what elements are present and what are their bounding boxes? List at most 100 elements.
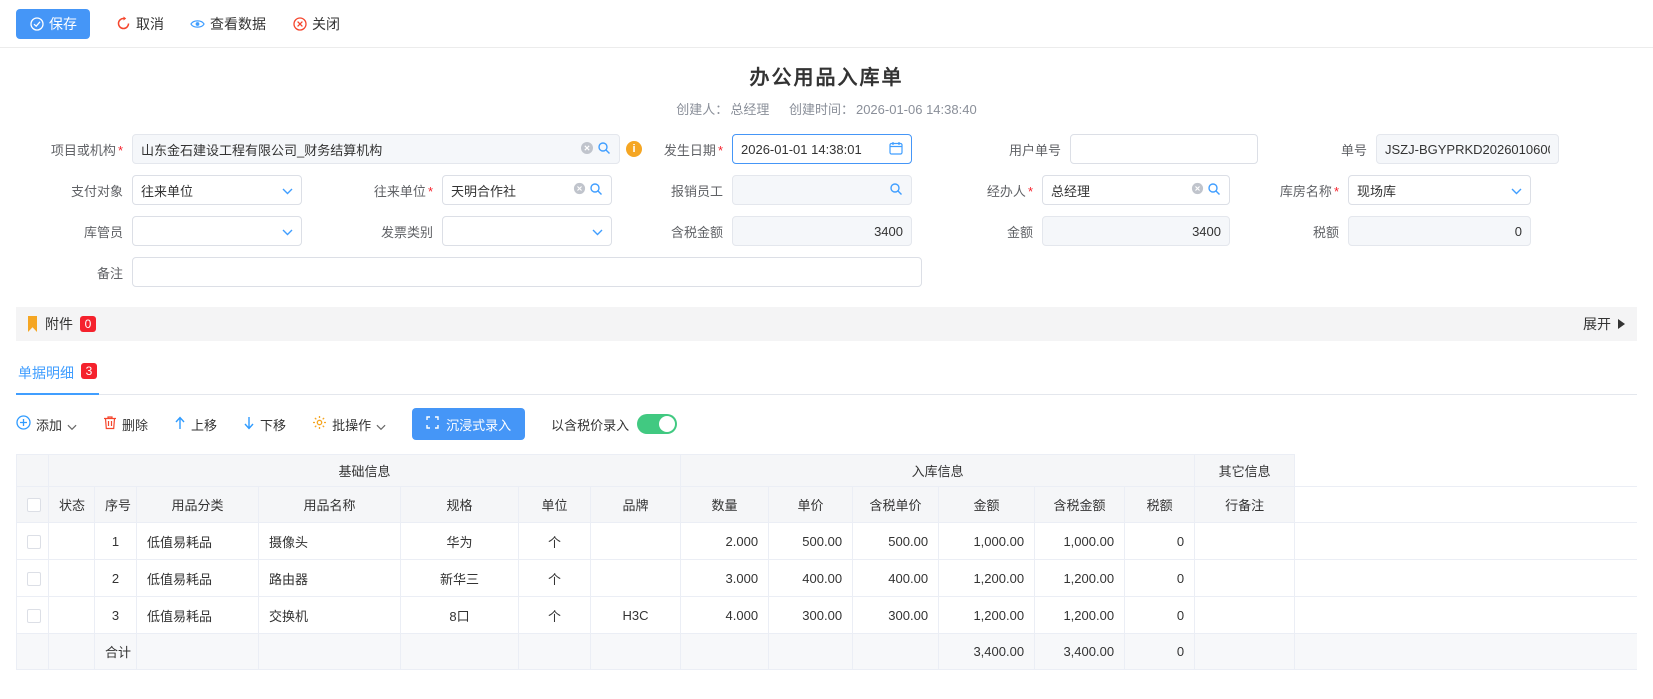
delete-button[interactable]: 删除 <box>103 415 148 434</box>
close-button[interactable]: 关闭 <box>292 14 340 34</box>
cell-unit[interactable]: 个 <box>519 560 591 597</box>
remark-input[interactable] <box>132 257 922 287</box>
tab-detail[interactable]: 单据明细 3 <box>16 359 99 395</box>
search-icon[interactable] <box>1207 182 1221 199</box>
cell-spec[interactable]: 新华三 <box>401 560 519 597</box>
group-basic-info: 基础信息 <box>49 455 681 487</box>
search-icon[interactable] <box>589 182 603 199</box>
cell-unit[interactable]: 个 <box>519 597 591 634</box>
tab-detail-label: 单据明细 <box>18 363 74 383</box>
cell-price[interactable]: 400.00 <box>769 560 853 597</box>
immersive-entry-button[interactable]: 沉浸式录入 <box>412 408 525 440</box>
cell-category[interactable]: 低值易耗品 <box>137 597 259 634</box>
row-select-cell <box>17 560 49 597</box>
tax-incl-amount-value: 3400 <box>741 224 903 239</box>
occur-date-input[interactable]: 2026-01-01 14:38:01 <box>732 134 912 164</box>
cell-row-remark[interactable] <box>1195 523 1295 560</box>
cell-brand[interactable]: H3C <box>591 597 681 634</box>
move-up-button[interactable]: 上移 <box>174 415 217 434</box>
col-status: 状态 <box>49 487 95 523</box>
row-checkbox[interactable] <box>27 609 41 623</box>
cell-unit[interactable]: 个 <box>519 523 591 560</box>
add-label: 添加 <box>36 415 62 434</box>
tab-detail-count-badge: 3 <box>81 363 97 379</box>
cell-category[interactable]: 低值易耗品 <box>137 523 259 560</box>
cell-brand[interactable] <box>591 523 681 560</box>
field-partner: 往来单位 天明合作社 <box>320 175 620 205</box>
clear-icon[interactable] <box>1191 182 1204 198</box>
handler-value: 总经理 <box>1051 181 1187 200</box>
cell-spec[interactable]: 华为 <box>401 523 519 560</box>
move-down-button[interactable]: 下移 <box>243 415 286 434</box>
info-icon[interactable]: i <box>626 141 642 157</box>
pay-target-select[interactable]: 往来单位 <box>132 175 302 205</box>
row-checkbox[interactable] <box>27 535 41 549</box>
row-checkbox[interactable] <box>27 572 41 586</box>
cell-qty[interactable]: 2.000 <box>681 523 769 560</box>
col-spec: 规格 <box>401 487 519 523</box>
project-input[interactable]: 山东金石建设工程有限公司_财务结算机构 <box>132 134 620 164</box>
cell-spec[interactable]: 8口 <box>401 597 519 634</box>
search-icon[interactable] <box>597 141 611 158</box>
header-filler <box>1295 455 1637 487</box>
pay-target-label: 支付对象 <box>16 181 132 200</box>
save-label: 保存 <box>49 14 77 34</box>
reimburse-staff-input[interactable] <box>732 175 912 205</box>
tax-price-toggle[interactable] <box>637 414 677 434</box>
table-row: 3 低值易耗品 交换机 8口 个 H3C 4.000 300.00 300.00… <box>17 597 1638 634</box>
field-amount: 金额 3400 <box>930 216 1240 246</box>
occur-date-value: 2026-01-01 14:38:01 <box>741 142 885 157</box>
chevron-down-icon <box>282 183 293 198</box>
arrow-up-icon <box>174 416 186 433</box>
expand-button[interactable]: 展开 <box>1583 314 1625 334</box>
partner-label: 往来单位 <box>320 181 442 200</box>
col-qty: 数量 <box>681 487 769 523</box>
cell-row-remark[interactable] <box>1195 597 1295 634</box>
cancel-button[interactable]: 取消 <box>116 14 164 34</box>
cell-brand[interactable] <box>591 560 681 597</box>
partner-input[interactable]: 天明合作社 <box>442 175 612 205</box>
cell-qty[interactable]: 3.000 <box>681 560 769 597</box>
cell-tax-price[interactable]: 400.00 <box>853 560 939 597</box>
invoice-type-label: 发票类别 <box>320 222 442 241</box>
move-up-label: 上移 <box>191 415 217 434</box>
attachment-bar: 附件 0 展开 <box>16 307 1637 341</box>
col-seq: 序号 <box>95 487 137 523</box>
chevron-down-icon <box>592 224 603 239</box>
select-all-checkbox[interactable] <box>27 498 41 512</box>
clear-icon[interactable] <box>573 182 586 198</box>
total-spacer <box>259 634 401 670</box>
cell-name[interactable]: 路由器 <box>259 560 401 597</box>
cell-tax-price[interactable]: 500.00 <box>853 523 939 560</box>
handler-input[interactable]: 总经理 <box>1042 175 1230 205</box>
cell-name[interactable]: 交换机 <box>259 597 401 634</box>
total-spacer <box>519 634 591 670</box>
warehouse-select[interactable]: 现场库 <box>1348 175 1531 205</box>
total-spacer <box>681 634 769 670</box>
warehouse-keeper-select[interactable] <box>132 216 302 246</box>
immersive-entry-label: 沉浸式录入 <box>446 415 511 434</box>
calendar-icon[interactable] <box>889 141 903 158</box>
close-label: 关闭 <box>312 14 340 34</box>
warehouse-value: 现场库 <box>1357 181 1507 200</box>
view-data-button[interactable]: 查看数据 <box>190 14 266 34</box>
cell-qty[interactable]: 4.000 <box>681 597 769 634</box>
cell-tax-price[interactable]: 300.00 <box>853 597 939 634</box>
add-button[interactable]: 添加 <box>16 415 77 434</box>
cell-price[interactable]: 500.00 <box>769 523 853 560</box>
save-button[interactable]: 保存 <box>16 9 90 39</box>
batch-operation-button[interactable]: 批操作 <box>312 415 386 434</box>
cell-tax-amount: 1,200.00 <box>1035 597 1125 634</box>
user-no-input[interactable] <box>1070 134 1258 164</box>
search-icon[interactable] <box>889 182 903 199</box>
total-label: 合计 <box>95 634 137 670</box>
clear-icon[interactable] <box>580 141 594 158</box>
cell-category[interactable]: 低值易耗品 <box>137 560 259 597</box>
cell-price[interactable]: 300.00 <box>769 597 853 634</box>
invoice-type-select[interactable] <box>442 216 612 246</box>
amount-label: 金额 <box>930 222 1042 241</box>
user-no-label: 用户单号 <box>958 140 1070 159</box>
chevron-down-icon <box>376 419 386 429</box>
cell-row-remark[interactable] <box>1195 560 1295 597</box>
cell-name[interactable]: 摄像头 <box>259 523 401 560</box>
